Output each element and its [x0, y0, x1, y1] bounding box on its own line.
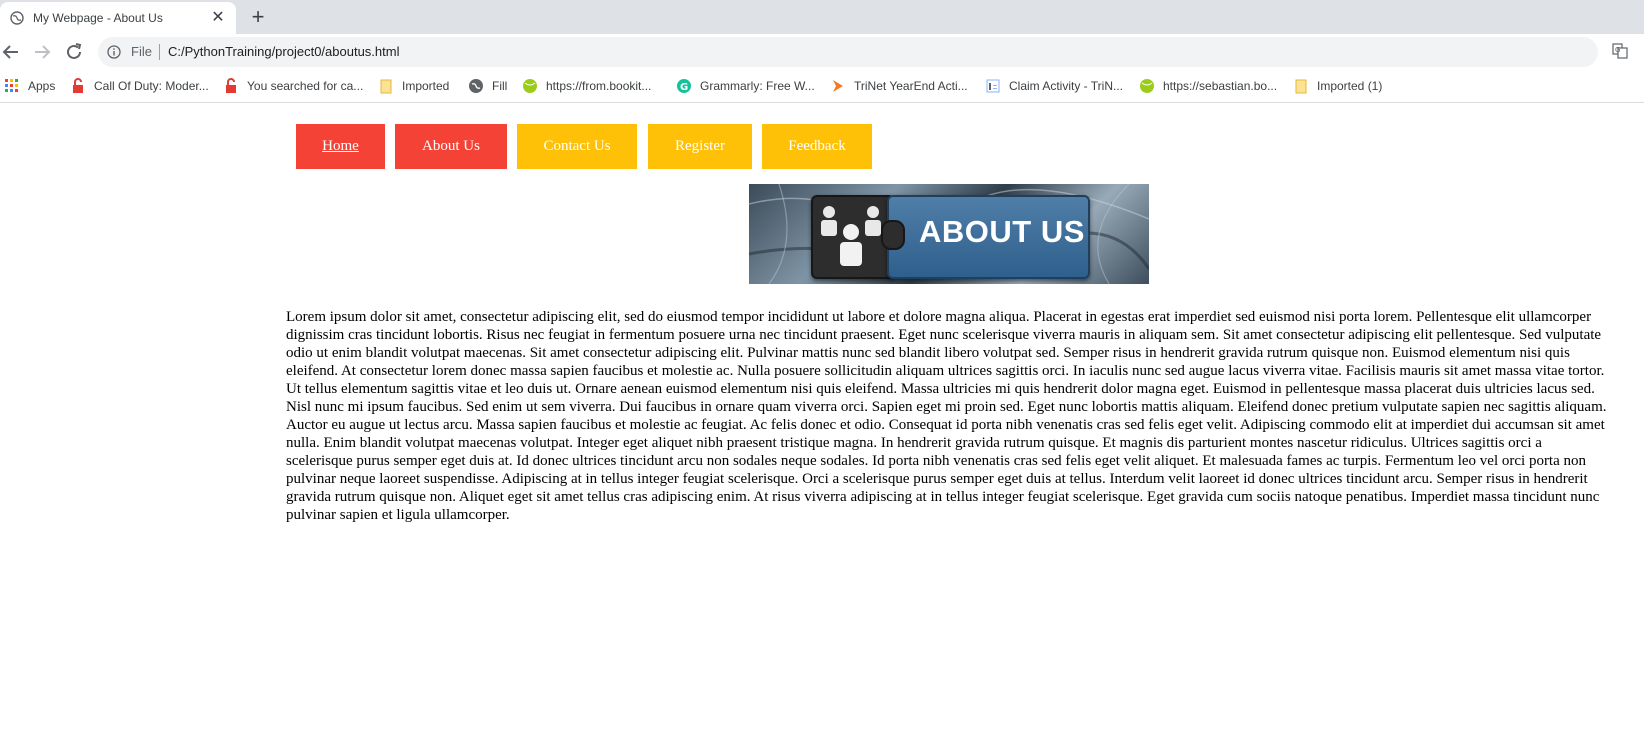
bookmark-label: Fill — [492, 79, 508, 93]
folder-icon — [380, 79, 392, 94]
bookmark-sebastian[interactable]: https://sebastian.bo... — [1139, 76, 1277, 96]
nav-contact-us[interactable]: Contact Us — [517, 124, 637, 169]
nav-feedback[interactable]: Feedback — [762, 124, 872, 169]
new-tab-icon[interactable]: + — [248, 6, 268, 28]
back-arrow-icon[interactable] — [0, 41, 22, 63]
bookmark-label: Grammarly: Free W... — [700, 79, 815, 93]
globe-icon — [469, 79, 483, 93]
forward-arrow-icon[interactable] — [31, 41, 53, 63]
nav-register[interactable]: Register — [648, 124, 752, 169]
about-us-banner: ABOUT US — [749, 184, 1149, 284]
people-group-icon — [821, 206, 881, 266]
bookmarks-bar: Apps Call Of Duty: Moder... You searched… — [0, 70, 1644, 103]
folder-icon — [1295, 79, 1307, 94]
bookmark-fill[interactable]: Fill — [468, 76, 507, 96]
bookmark-grammarly[interactable]: G Grammarly: Free W... — [676, 76, 815, 96]
close-tab-icon[interactable]: ✕ — [210, 10, 226, 26]
bookmark-label: Apps — [28, 79, 56, 93]
nav-home[interactable]: Home — [296, 124, 385, 169]
bookmark-call-of-duty[interactable]: Call Of Duty: Moder... — [70, 76, 209, 96]
bookmark-imported-1[interactable]: Imported (1) — [1293, 76, 1382, 96]
document-icon — [986, 79, 1000, 93]
address-bar[interactable]: File C:/PythonTraining/project0/aboutus.… — [98, 37, 1598, 67]
info-icon[interactable] — [107, 45, 121, 59]
tab-strip: My Webpage - About Us ✕ + — [0, 0, 1644, 34]
grammarly-icon: G — [677, 79, 691, 93]
bookmark-label: TriNet YearEnd Acti... — [854, 79, 968, 93]
url-text[interactable]: C:/PythonTraining/project0/aboutus.html — [168, 44, 399, 59]
translate-icon[interactable]: G — [1612, 43, 1628, 59]
bookmark-imported[interactable]: Imported — [378, 76, 449, 96]
bookmark-label: Call Of Duty: Moder... — [94, 79, 209, 93]
green-ball-icon — [523, 79, 537, 93]
bookmark-claim-activity[interactable]: Claim Activity - TriN... — [985, 76, 1123, 96]
nav-about-us[interactable]: About Us — [395, 124, 507, 169]
svg-text:G: G — [1615, 46, 1620, 54]
browser-toolbar: File C:/PythonTraining/project0/aboutus.… — [0, 34, 1644, 70]
nav-feedback-label: Feedback — [788, 138, 846, 154]
about-paragraph: Lorem ipsum dolor sit amet, consectetur … — [286, 309, 1607, 523]
nav-home-label: Home — [322, 138, 359, 154]
lock-icon — [226, 78, 236, 93]
banner-text: ABOUT US — [919, 214, 1085, 249]
bookmark-from-bookit[interactable]: https://from.bookit... — [522, 76, 651, 96]
nav-contact-us-label: Contact Us — [543, 138, 611, 154]
browser-tab[interactable]: My Webpage - About Us ✕ — [0, 2, 236, 34]
green-ball-icon — [1140, 79, 1154, 93]
svg-text:G: G — [680, 82, 688, 93]
bookmark-label: Imported (1) — [1317, 79, 1383, 93]
bookmark-trinet-yearend[interactable]: TriNet YearEnd Acti... — [830, 76, 968, 96]
bookmark-label: https://sebastian.bo... — [1163, 79, 1278, 93]
nav-register-label: Register — [675, 138, 725, 154]
nav-about-us-label: About Us — [422, 138, 480, 154]
scheme-label: File — [131, 44, 152, 59]
bookmark-label: Claim Activity - TriN... — [1009, 79, 1124, 93]
lock-icon — [73, 78, 83, 93]
bookmark-label: Imported — [402, 79, 450, 93]
apps-grid-icon — [5, 79, 18, 92]
globe-icon — [10, 11, 24, 25]
address-separator — [159, 44, 160, 60]
bookmark-you-searched[interactable]: You searched for ca... — [223, 76, 363, 96]
bookmark-apps[interactable]: Apps — [4, 76, 55, 96]
bookmark-label: You searched for ca... — [247, 79, 364, 93]
tab-title: My Webpage - About Us — [33, 11, 163, 25]
trinet-icon — [833, 80, 843, 92]
reload-icon[interactable] — [63, 41, 85, 63]
bookmark-label: https://from.bookit... — [546, 79, 652, 93]
